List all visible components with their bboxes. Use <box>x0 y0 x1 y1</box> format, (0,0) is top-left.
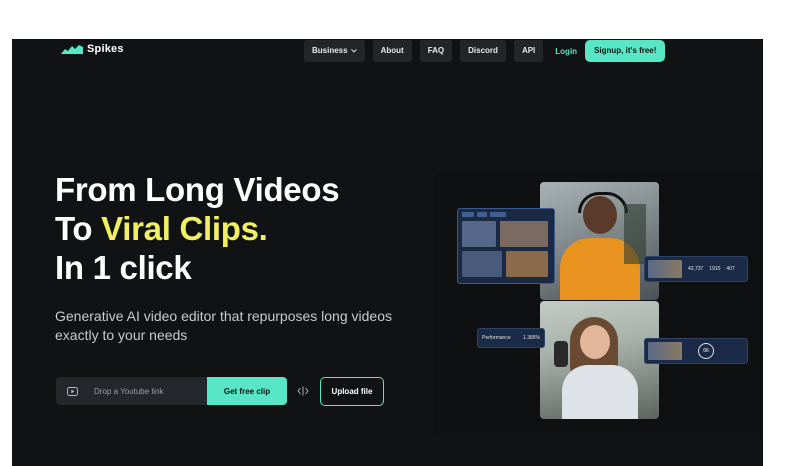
hero-line-2-prefix: To <box>55 210 102 247</box>
nav-business[interactable]: Business <box>304 40 365 62</box>
login-link[interactable]: Login <box>555 47 577 56</box>
performance-label: Performance <box>482 335 511 341</box>
nav-discord-label: Discord <box>468 46 498 55</box>
hero-line-1: From Long Videos <box>55 171 340 208</box>
get-free-clip-button[interactable]: Get free clip <box>207 377 287 405</box>
stats-bar: 43,737 1910 407 <box>644 256 748 282</box>
youtube-link-field[interactable] <box>56 377 207 405</box>
video-thumbnail-man <box>540 182 659 300</box>
hero-line-2-accent: Viral Clips. <box>101 210 268 247</box>
spikes-logo-icon <box>61 44 83 54</box>
score-badge: 66 <box>698 343 714 359</box>
nav-discord[interactable]: Discord <box>460 40 506 62</box>
hero-line-2: To Viral Clips. <box>55 209 339 248</box>
logo-text: Spikes <box>87 43 124 55</box>
signup-button[interactable]: Signup, it's free! <box>585 40 666 62</box>
upload-file-button[interactable]: Upload file <box>320 377 384 406</box>
video-thumbnail-woman <box>540 301 659 419</box>
nav-about-label: About <box>380 46 404 55</box>
stat-shares: 407 <box>726 266 735 272</box>
youtube-link-input[interactable] <box>92 385 206 397</box>
hero-line-3: In 1 click <box>55 249 192 286</box>
stats-thumbnail <box>648 260 682 278</box>
hero-subtitle: Generative AI video editor that repurpos… <box>55 308 392 343</box>
chevron-down-icon <box>350 49 357 53</box>
nav-faq[interactable]: FAQ <box>419 40 453 62</box>
score-thumbnail <box>648 342 682 360</box>
hero-heading: From Long Videos To Viral Clips. In 1 cl… <box>55 170 340 287</box>
nav-business-label: Business <box>312 46 348 55</box>
stat-likes: 1910 <box>709 266 721 272</box>
editor-panel-mock <box>457 208 555 284</box>
code-divider-icon <box>297 386 309 396</box>
stat-views: 43,737 <box>688 266 704 272</box>
nav-about[interactable]: About <box>372 40 412 62</box>
nav-api[interactable]: API <box>513 40 544 62</box>
score-bar: 66 <box>644 338 748 364</box>
performance-value: 1.386% <box>523 335 540 341</box>
logo[interactable]: Spikes <box>61 43 124 55</box>
youtube-play-icon <box>66 386 78 396</box>
main-nav: Business About FAQ Discord API Login Sig… <box>304 40 666 62</box>
nav-api-label: API <box>521 46 536 55</box>
nav-faq-label: FAQ <box>427 46 445 55</box>
page-frame: Spikes Business About FAQ Discord API Lo… <box>12 39 763 466</box>
hero-collage: 43,737 1910 407 Performance 1.386% 66 <box>435 172 763 434</box>
performance-pill: Performance 1.386% <box>477 328 545 348</box>
